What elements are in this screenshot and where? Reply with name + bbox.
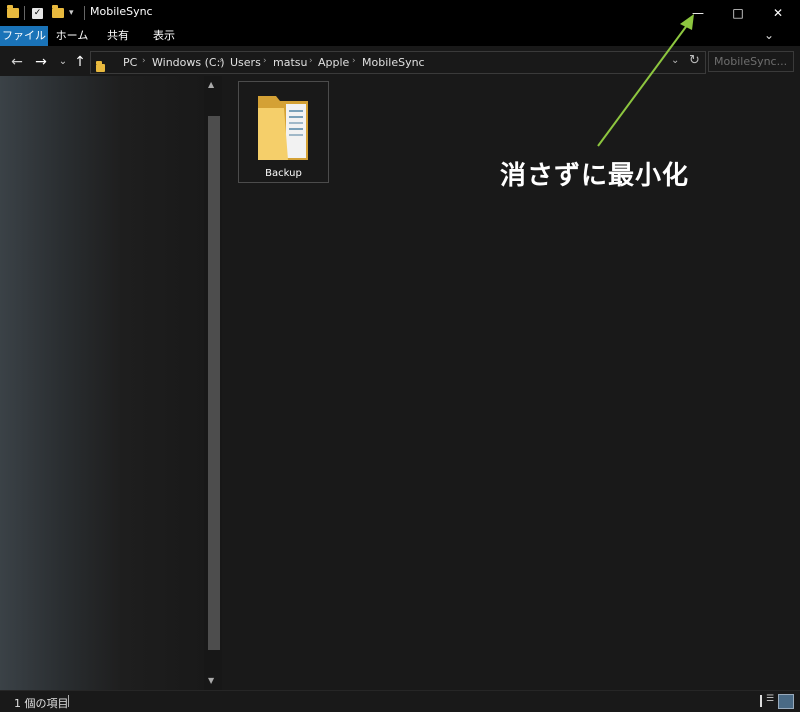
- annotation-text: 消さずに最小化: [500, 161, 690, 191]
- breadcrumb-pc[interactable]: PC: [123, 56, 137, 69]
- breadcrumb-separator[interactable]: ›: [142, 56, 146, 66]
- chevron-down-icon[interactable]: ⌄: [764, 26, 774, 44]
- window-title: MobileSync: [90, 5, 153, 18]
- breadcrumb-separator[interactable]: ›: [309, 56, 313, 66]
- scrollbar-thumb[interactable]: [208, 116, 220, 650]
- breadcrumb-separator[interactable]: ›: [352, 56, 356, 66]
- folder-item[interactable]: Backup: [238, 81, 329, 183]
- new-folder-icon[interactable]: [52, 5, 64, 21]
- scroll-up-icon[interactable]: ▲: [208, 80, 214, 89]
- divider: [68, 695, 69, 707]
- status-bar: 1 個の項目 ☰: [0, 690, 800, 712]
- breadcrumb-apple[interactable]: Apple: [318, 56, 349, 69]
- address-bar[interactable]: PC › Windows (C:) › Users › matsu › Appl…: [90, 51, 706, 74]
- folder-icon: [258, 96, 308, 160]
- details-view-icon[interactable]: ☰: [766, 694, 774, 707]
- address-dropdown-icon[interactable]: ⌄: [671, 55, 679, 66]
- divider: [84, 6, 85, 20]
- tab-home[interactable]: ホーム: [50, 26, 94, 46]
- divider: [24, 6, 25, 20]
- tab-file[interactable]: ファイル: [0, 26, 48, 46]
- qat-dropdown-icon[interactable]: ▾: [69, 5, 74, 21]
- properties-icon[interactable]: ✓: [32, 5, 43, 21]
- scroll-down-icon[interactable]: ▼: [208, 676, 214, 685]
- tab-view[interactable]: 表示: [142, 26, 186, 46]
- large-icons-view-icon[interactable]: [778, 694, 794, 709]
- maximize-button[interactable]: □: [718, 0, 758, 26]
- back-button[interactable]: ←: [8, 52, 26, 72]
- folder-icon: [7, 5, 19, 21]
- title-bar: ✓ ▾ MobileSync — □ ✕: [0, 0, 800, 26]
- navigation-pane-scrollbar[interactable]: ▲ ▼: [204, 76, 222, 690]
- tab-share[interactable]: 共有: [96, 26, 140, 46]
- refresh-icon[interactable]: ↻: [689, 53, 700, 68]
- navigation-pane[interactable]: [0, 76, 204, 690]
- forward-button[interactable]: →: [32, 52, 50, 72]
- folder-icon: [96, 57, 105, 76]
- minimize-button[interactable]: —: [678, 0, 718, 26]
- breadcrumb-separator[interactable]: ›: [219, 56, 223, 66]
- folder-name: Backup: [265, 168, 302, 179]
- search-input[interactable]: MobileSync...: [708, 51, 794, 72]
- breadcrumb-mobilesync[interactable]: MobileSync: [362, 56, 425, 69]
- breadcrumb-separator[interactable]: ›: [263, 56, 267, 66]
- breadcrumb-users[interactable]: Users: [230, 56, 261, 69]
- up-button[interactable]: ↑: [71, 52, 89, 72]
- close-button[interactable]: ✕: [758, 0, 798, 26]
- breadcrumb-matsu[interactable]: matsu: [273, 56, 307, 69]
- ribbon-tabs: ファイル ホーム 共有 表示 ⌄ ?: [0, 26, 800, 68]
- breadcrumb-windows-c[interactable]: Windows (C:): [152, 56, 225, 69]
- divider: [760, 695, 762, 707]
- navigation-bar: ← → ⌄ ↑ PC › Windows (C:) › Users › mats…: [0, 48, 800, 76]
- item-count: 1 個の項目: [14, 697, 69, 710]
- recent-locations-button[interactable]: ⌄: [54, 52, 72, 72]
